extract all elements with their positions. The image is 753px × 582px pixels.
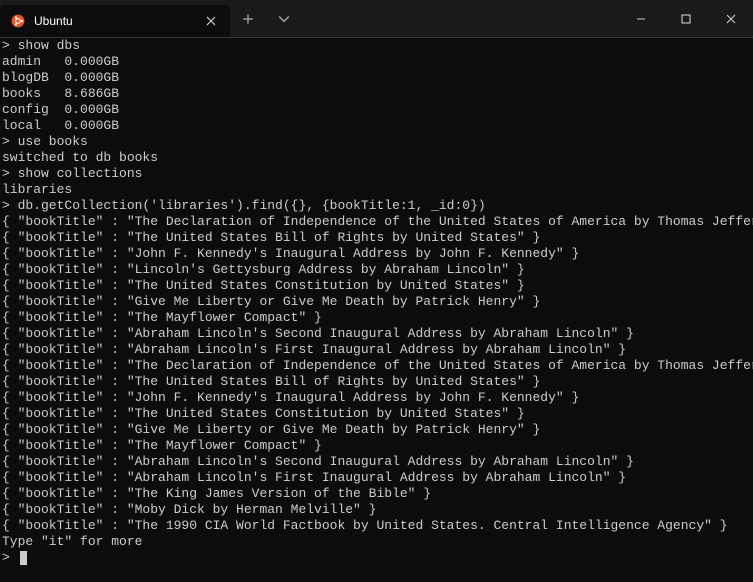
- terminal-line: { "bookTitle" : "The Declaration of Inde…: [2, 358, 751, 374]
- terminal-line: switched to db books: [2, 150, 751, 166]
- new-tab-button[interactable]: [230, 0, 266, 37]
- terminal-tab[interactable]: Ubuntu: [0, 5, 230, 37]
- terminal-line: admin 0.000GB: [2, 54, 751, 70]
- terminal-line: { "bookTitle" : "Give Me Liberty or Give…: [2, 294, 751, 310]
- terminal-line: { "bookTitle" : "The United States Const…: [2, 278, 751, 294]
- titlebar-drag-area[interactable]: [302, 0, 618, 37]
- terminal-line: { "bookTitle" : "Lincoln's Gettysburg Ad…: [2, 262, 751, 278]
- terminal-line: books 8.686GB: [2, 86, 751, 102]
- terminal-line: { "bookTitle" : "The Declaration of Inde…: [2, 214, 751, 230]
- window-controls: [618, 0, 753, 37]
- terminal-line: blogDB 0.000GB: [2, 70, 751, 86]
- terminal-line: { "bookTitle" : "The Mayflower Compact" …: [2, 438, 751, 454]
- terminal-line: { "bookTitle" : "The United States Bill …: [2, 230, 751, 246]
- close-button[interactable]: [708, 0, 753, 37]
- terminal-line: { "bookTitle" : "Abraham Lincoln's First…: [2, 470, 751, 486]
- terminal-line: libraries: [2, 182, 751, 198]
- terminal-line: { "bookTitle" : "The United States Bill …: [2, 374, 751, 390]
- tab-dropdown-button[interactable]: [266, 0, 302, 37]
- terminal-line: { "bookTitle" : "John F. Kennedy's Inaug…: [2, 246, 751, 262]
- terminal-line: > use books: [2, 134, 751, 150]
- window-titlebar: Ubuntu: [0, 0, 753, 38]
- terminal-line: config 0.000GB: [2, 102, 751, 118]
- terminal-line: { "bookTitle" : "Abraham Lincoln's First…: [2, 342, 751, 358]
- terminal-output[interactable]: > show dbsadmin 0.000GBblogDB 0.000GBboo…: [0, 38, 753, 566]
- terminal-line: > show collections: [2, 166, 751, 182]
- terminal-line: { "bookTitle" : "Abraham Lincoln's Secon…: [2, 326, 751, 342]
- terminal-line: { "bookTitle" : "Give Me Liberty or Give…: [2, 422, 751, 438]
- minimize-button[interactable]: [618, 0, 663, 37]
- terminal-line: { "bookTitle" : "The 1990 CIA World Fact…: [2, 518, 751, 534]
- terminal-line: Type "it" for more: [2, 534, 751, 550]
- terminal-line: { "bookTitle" : "The United States Const…: [2, 406, 751, 422]
- terminal-line: { "bookTitle" : "Moby Dick by Herman Mel…: [2, 502, 751, 518]
- maximize-button[interactable]: [663, 0, 708, 37]
- ubuntu-icon: [10, 13, 26, 29]
- tab-title: Ubuntu: [34, 14, 194, 28]
- terminal-line: { "bookTitle" : "Abraham Lincoln's Secon…: [2, 454, 751, 470]
- cursor: [20, 551, 27, 565]
- terminal-line: > db.getCollection('libraries').find({},…: [2, 198, 751, 214]
- terminal-prompt[interactable]: >: [2, 550, 751, 566]
- terminal-line: > show dbs: [2, 38, 751, 54]
- terminal-line: { "bookTitle" : "The Mayflower Compact" …: [2, 310, 751, 326]
- terminal-line: { "bookTitle" : "The King James Version …: [2, 486, 751, 502]
- tab-close-button[interactable]: [202, 12, 220, 30]
- prompt-symbol: >: [2, 550, 18, 566]
- terminal-line: { "bookTitle" : "John F. Kennedy's Inaug…: [2, 390, 751, 406]
- terminal-line: local 0.000GB: [2, 118, 751, 134]
